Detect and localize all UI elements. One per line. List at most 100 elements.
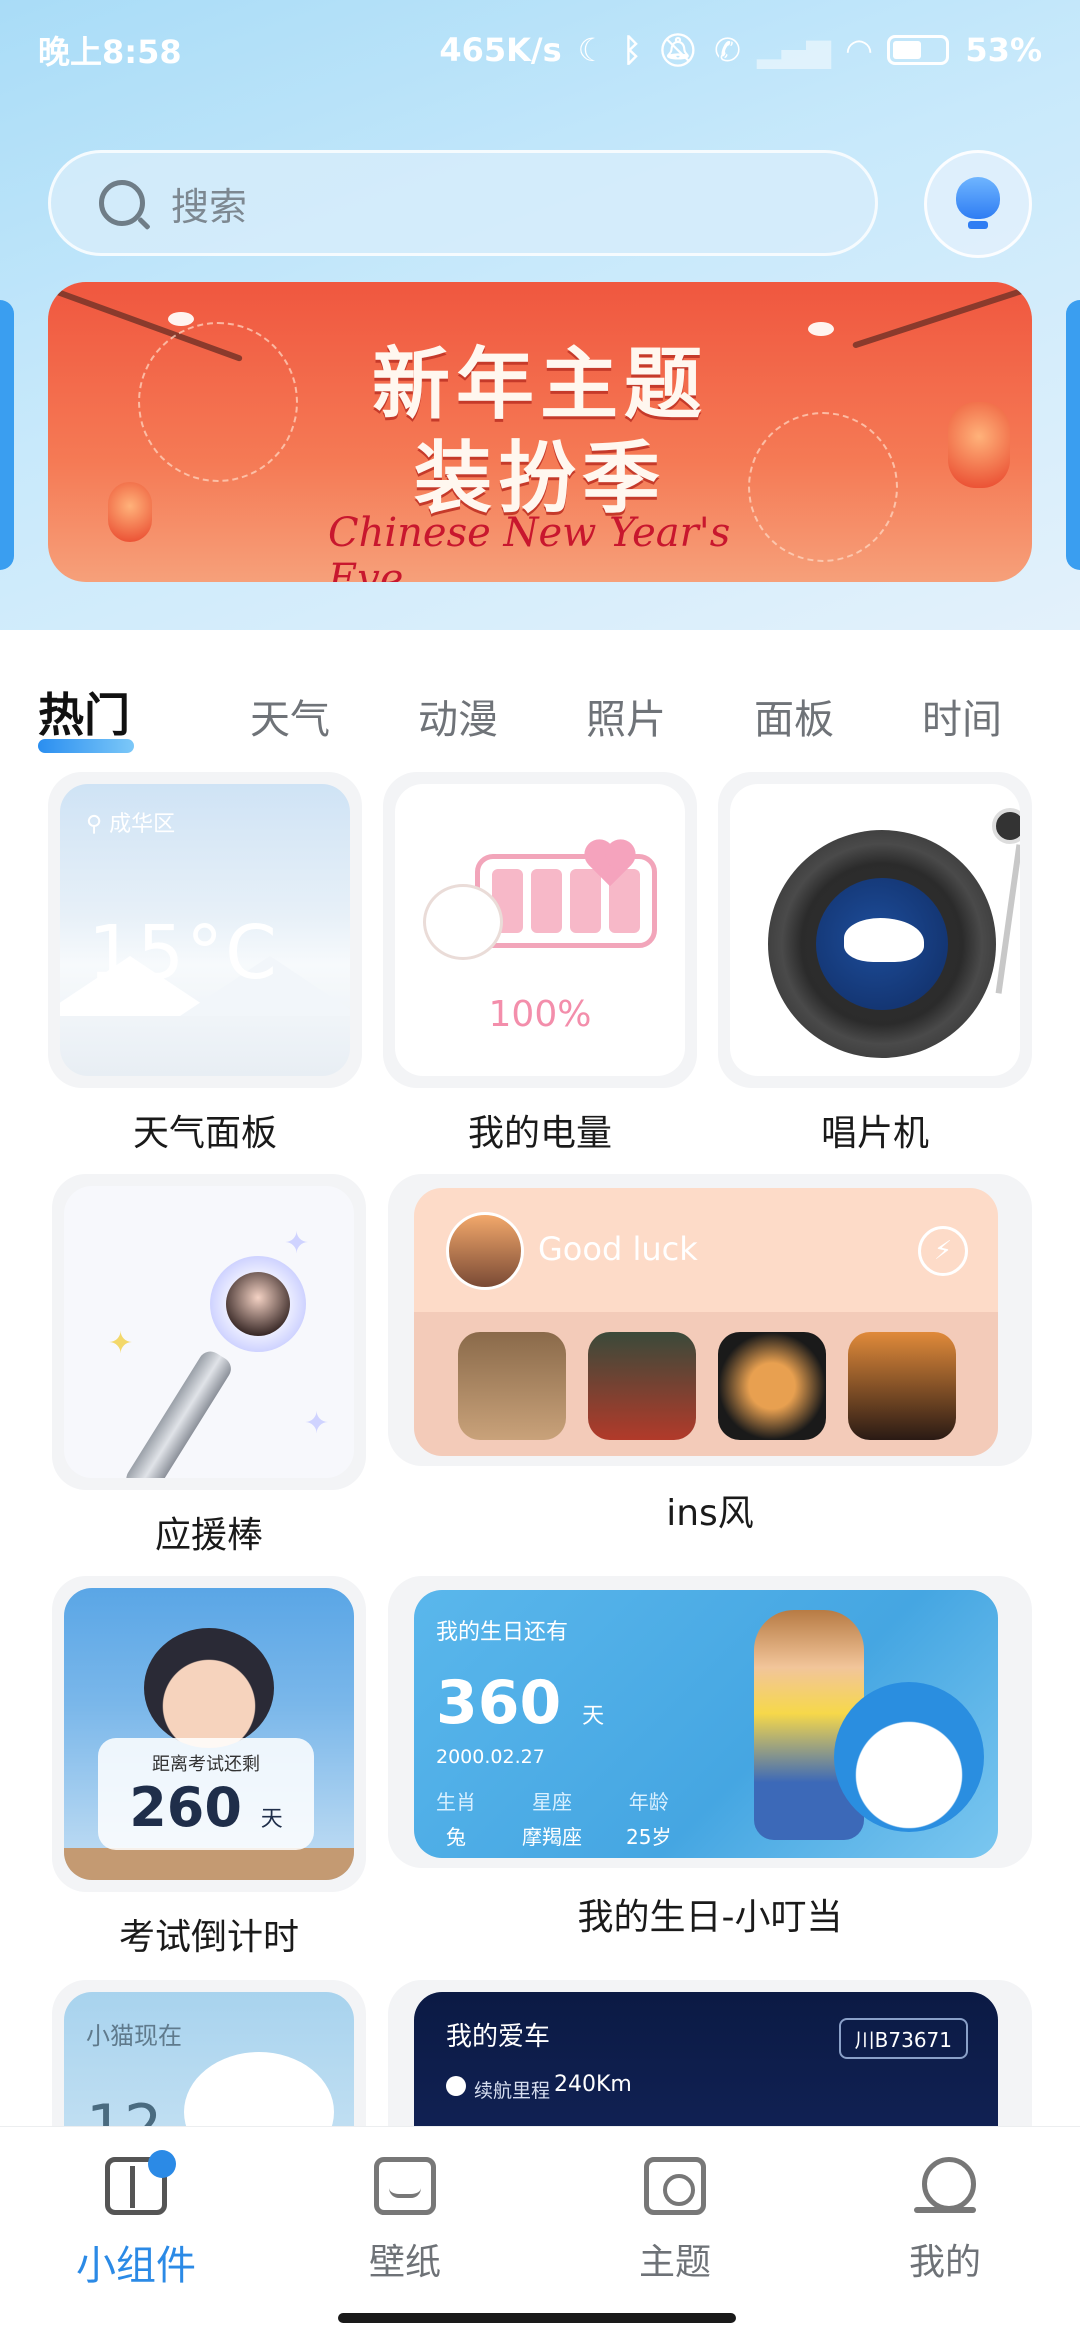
tab-label: 热门 bbox=[38, 688, 130, 742]
battery-widget-card[interactable]: 100% bbox=[383, 772, 697, 1088]
ins-photo-thumb bbox=[588, 1332, 696, 1440]
home-indicator[interactable] bbox=[338, 2313, 736, 2323]
ins-photo-strip bbox=[414, 1312, 998, 1456]
birthday-caption: 我的生日还有 bbox=[436, 1620, 569, 1645]
profile-icon bbox=[914, 2157, 976, 2215]
tab-label: 天气 bbox=[250, 697, 330, 743]
record-widget-card[interactable] bbox=[718, 772, 1032, 1088]
weather-widget-card[interactable]: ⚲ 成华区 15°C bbox=[48, 772, 362, 1088]
stat-value: 25岁 bbox=[626, 1825, 672, 1849]
battery-icon bbox=[887, 35, 950, 65]
tone-arm-knob bbox=[992, 808, 1020, 844]
exam-days-unit: 天 bbox=[260, 1807, 283, 1832]
search-icon bbox=[99, 180, 145, 226]
tab-panel[interactable]: 面板 bbox=[710, 687, 878, 745]
weather-location: ⚲ 成华区 bbox=[86, 806, 175, 838]
banner-next-peek[interactable] bbox=[1066, 300, 1080, 570]
birthday-widget-card[interactable]: 我的生日还有 360 天 2000.02.27 生肖 兔 星座 摩羯座 年龄 2… bbox=[388, 1576, 1032, 1868]
record-widget-label: 唱片机 bbox=[820, 1113, 929, 1154]
ins-widget-card[interactable]: Good luck ⚡︎ bbox=[388, 1174, 1032, 1466]
mute-icon: 🔕︎ bbox=[657, 31, 699, 69]
desk-illustration bbox=[64, 1848, 354, 1880]
tab-anime[interactable]: 动漫 bbox=[374, 687, 542, 745]
swan-image bbox=[844, 918, 924, 962]
stat-key: 生肖 bbox=[436, 1790, 476, 1814]
birthday-stat-age: 年龄 25岁 bbox=[626, 1786, 671, 1850]
signal-icon: ▂▄▆ bbox=[756, 31, 831, 69]
battery-bar bbox=[531, 869, 562, 933]
car-title: 我的爱车 bbox=[446, 2022, 551, 2052]
nav-label: 我的 bbox=[908, 2242, 981, 2283]
ins-avatar bbox=[446, 1212, 524, 1290]
battery-bar bbox=[570, 869, 601, 933]
bottom-navigation: 小组件 壁纸 主题 我的 bbox=[0, 2126, 1080, 2340]
nav-widgets[interactable]: 小组件 bbox=[36, 2150, 236, 2291]
nav-label: 主题 bbox=[638, 2242, 711, 2283]
battery-widget-label: 我的电量 bbox=[467, 1113, 612, 1154]
tab-active-indicator bbox=[38, 739, 134, 753]
birthday-days-unit: 天 bbox=[582, 1704, 605, 1729]
check-icon bbox=[446, 2076, 466, 2096]
cat-caption: 小猫现在 bbox=[86, 2022, 182, 2050]
ins-photo-thumb bbox=[718, 1332, 826, 1440]
birthday-widget-preview: 我的生日还有 360 天 2000.02.27 生肖 兔 星座 摩羯座 年龄 2… bbox=[414, 1590, 998, 1858]
network-speed: 465K/s bbox=[439, 31, 562, 69]
nav-profile[interactable]: 我的 bbox=[845, 2157, 1045, 2285]
status-bar: 晚上8:58 465K/s ☾ ᛒ 🔕︎ ✆ ▂▄▆ ◠ 53% bbox=[0, 0, 1080, 100]
tab-time[interactable]: 时间 bbox=[878, 687, 1046, 745]
lightstick-widget-preview: ✦ ✦ ✦ bbox=[64, 1186, 354, 1478]
exam-days: 260 天 bbox=[98, 1776, 314, 1839]
notification-dot bbox=[148, 2150, 176, 2178]
category-tabs: 热门 天气 动漫 照片 面板 时间 bbox=[38, 655, 1048, 753]
student-illustration bbox=[144, 1628, 274, 1748]
nav-theme[interactable]: 主题 bbox=[575, 2157, 775, 2285]
weather-location-text: 成华区 bbox=[109, 812, 176, 837]
ins-widget-label: ins风 bbox=[666, 1493, 754, 1534]
sparkle-icon: ✦ bbox=[284, 1226, 310, 1261]
lightstick-widget-label: 应援棒 bbox=[154, 1515, 263, 1556]
stat-key: 星座 bbox=[532, 1790, 572, 1814]
banner-english-caption: Chinese New Year's Eve bbox=[328, 510, 731, 582]
birthday-stat-zodiac: 生肖 兔 bbox=[436, 1786, 476, 1850]
battery-widget-preview: 100% bbox=[395, 784, 685, 1076]
battery-percent: 53% bbox=[965, 31, 1042, 69]
tab-weather[interactable]: 天气 bbox=[206, 687, 374, 745]
ins-widget-preview: Good luck ⚡︎ bbox=[414, 1188, 998, 1456]
search-input[interactable]: 搜索 bbox=[48, 150, 878, 256]
exam-days-number: 260 bbox=[129, 1776, 242, 1839]
birthday-widget-label: 我的生日-小叮当 bbox=[577, 1897, 843, 1938]
birthday-days: 360 天 bbox=[436, 1668, 604, 1738]
birthday-stat-constellation: 星座 摩羯座 bbox=[522, 1786, 582, 1850]
widget-icon bbox=[105, 2150, 176, 2215]
nav-wallpaper[interactable]: 壁纸 bbox=[305, 2157, 505, 2285]
search-placeholder: 搜索 bbox=[171, 184, 248, 229]
banner-prev-peek[interactable] bbox=[0, 300, 14, 570]
ins-title: Good luck bbox=[538, 1230, 698, 1268]
exam-widget-card[interactable]: 距离考试还剩 260 天 bbox=[52, 1576, 366, 1892]
record-widget-preview bbox=[730, 784, 1020, 1076]
tab-hot[interactable]: 热门 bbox=[38, 679, 148, 753]
call-icon: ✆ bbox=[714, 31, 741, 69]
weather-widget-label: 天气面板 bbox=[132, 1113, 277, 1154]
ins-photo-thumb bbox=[848, 1332, 956, 1440]
puppy-icon bbox=[423, 884, 503, 960]
stat-value: 兔 bbox=[446, 1825, 466, 1849]
exam-widget-label: 考试倒计时 bbox=[118, 1917, 299, 1958]
nav-label: 小组件 bbox=[76, 2243, 196, 2289]
stat-value: 摩羯座 bbox=[522, 1825, 582, 1849]
lightstick-handle bbox=[121, 1346, 236, 1478]
new-year-banner[interactable]: 新年主题 装扮季 Chinese New Year's Eve bbox=[48, 282, 1032, 582]
nav-label: 壁纸 bbox=[368, 2242, 441, 2283]
exam-caption: 距离考试还剩 bbox=[152, 1754, 260, 1775]
ins-header: Good luck ⚡︎ bbox=[414, 1188, 998, 1312]
tab-photo[interactable]: 照片 bbox=[542, 687, 710, 745]
birthday-days-number: 360 bbox=[436, 1668, 562, 1738]
sparkle-icon: ✦ bbox=[108, 1326, 134, 1361]
car-plate: 川B73671 bbox=[838, 2018, 968, 2059]
vinyl-record bbox=[768, 830, 996, 1058]
exam-widget-preview: 距离考试还剩 260 天 bbox=[64, 1588, 354, 1880]
lightbulb-button[interactable] bbox=[924, 150, 1032, 258]
lightstick-widget-card[interactable]: ✦ ✦ ✦ bbox=[52, 1174, 366, 1490]
birthday-date: 2000.02.27 bbox=[436, 1746, 545, 1768]
record-label bbox=[816, 878, 948, 1010]
